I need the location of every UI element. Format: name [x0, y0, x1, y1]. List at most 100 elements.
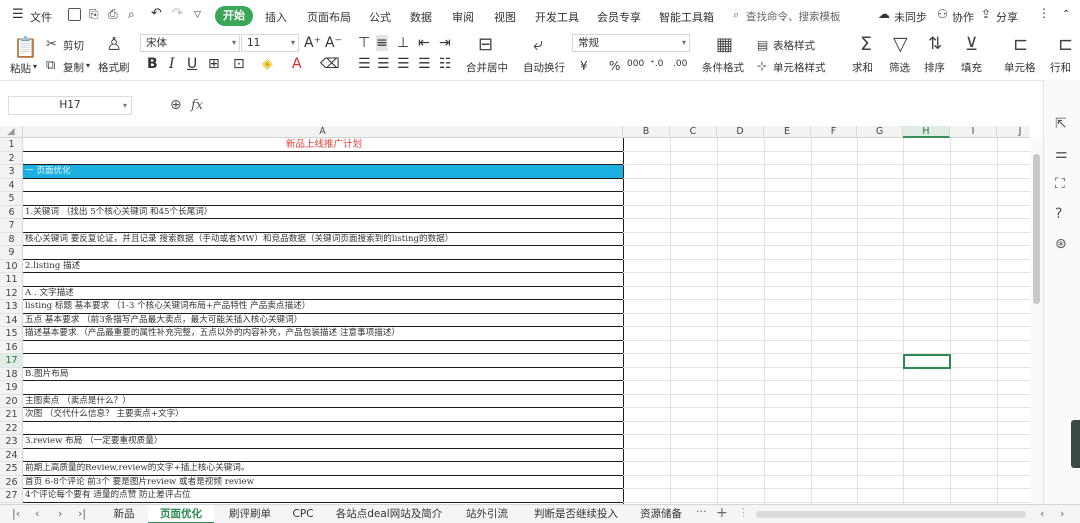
row-header-20[interactable]: 20	[0, 395, 23, 408]
font-color-icon[interactable]: A	[292, 56, 302, 72]
increase-decimal-icon[interactable]: ⁺.0	[650, 59, 663, 69]
cell-a21[interactable]: 次图 （交代什么信息？ 主要卖点+文字）	[23, 408, 623, 422]
cell-effect-icon[interactable]: ⊡	[233, 56, 245, 72]
row-header-3[interactable]: 3	[0, 165, 23, 179]
cell-a16[interactable]	[23, 341, 623, 354]
save-icon[interactable]	[68, 8, 81, 21]
add-sheet-icon[interactable]: +	[716, 505, 728, 521]
indent-increase-icon[interactable]: ⇥	[439, 35, 451, 51]
table-style-button[interactable]: 表格样式	[773, 38, 815, 53]
cell-a27[interactable]: 4个评论每个要有 适量的点赞 防止差评占位	[23, 489, 623, 503]
cell-a9[interactable]	[23, 246, 623, 260]
crop-icon[interactable]: ⛶	[1055, 176, 1065, 192]
row-header-18[interactable]: 18	[0, 368, 23, 381]
next-sheet-icon[interactable]: ›	[58, 507, 62, 520]
tab-formulas[interactable]: 公式	[369, 9, 391, 25]
hamburger-menu-icon[interactable]: ☰	[12, 7, 24, 22]
row-header-17[interactable]: 17	[0, 354, 23, 368]
cell-a17[interactable]	[23, 354, 623, 368]
row-header-5[interactable]: 5	[0, 192, 23, 206]
horizontal-scrollbar[interactable]	[756, 511, 1026, 518]
row-header-13[interactable]: 13	[0, 300, 23, 314]
side-collapse-handle[interactable]	[1071, 420, 1080, 468]
file-menu[interactable]: 文件	[30, 9, 52, 25]
row-header-24[interactable]: 24	[0, 449, 23, 462]
cell-a19[interactable]	[23, 381, 623, 395]
italic-icon[interactable]: I	[169, 56, 175, 72]
col-header-b[interactable]: B	[623, 126, 670, 138]
cut-button[interactable]: 剪切	[63, 38, 84, 53]
row-header-25[interactable]: 25	[0, 462, 23, 476]
row-header-27[interactable]: 27	[0, 489, 23, 503]
row-header-2[interactable]: 2	[0, 152, 23, 165]
cell-a13[interactable]: listing 标题 基本要求 （1-3 个核心关键词布局+产品特性 产品卖点描…	[23, 300, 623, 314]
share-button[interactable]: 分享	[996, 9, 1018, 25]
fill-color-icon[interactable]: ◈	[262, 56, 273, 72]
rows-cols-button[interactable]: 行和	[1050, 60, 1071, 75]
row-header-15[interactable]: 15	[0, 327, 23, 341]
cell-a22[interactable]	[23, 422, 623, 435]
prev-sheet-icon[interactable]: ‹	[35, 507, 39, 520]
selected-cell-h17[interactable]	[903, 354, 951, 369]
tab-start[interactable]: 开始	[215, 6, 253, 26]
sum-button[interactable]: 求和	[852, 60, 873, 75]
sheet-tab-cpc[interactable]: CPC	[285, 505, 321, 523]
clear-format-icon[interactable]: ⌫	[320, 56, 340, 72]
decrease-decimal-icon[interactable]: .00	[673, 59, 687, 69]
cursor-select-icon[interactable]: ⇱	[1055, 116, 1067, 132]
merge-center-button[interactable]: 合并居中	[466, 60, 508, 75]
properties-icon[interactable]: ⚌	[1055, 146, 1068, 162]
select-all-corner[interactable]: ◢	[0, 126, 23, 138]
cell-a15[interactable]: 描述基本要求 （产品最重要的属性补充完整，五点以外的内容补充，产品包装描述 注意…	[23, 327, 623, 341]
cell-a24[interactable]	[23, 449, 623, 462]
tab-insert[interactable]: 插入	[265, 9, 287, 25]
tab-smart-toolbox[interactable]: 智能工具箱	[659, 9, 714, 25]
col-header-e[interactable]: E	[764, 126, 811, 138]
zoom-icon[interactable]: ⊕	[170, 97, 182, 113]
font-name-select[interactable]: 宋体 ▾	[140, 34, 240, 52]
scroll-right-icon[interactable]: ›	[1060, 507, 1064, 520]
increase-font-icon[interactable]: A⁺	[304, 35, 321, 51]
row-header-11[interactable]: 11	[0, 273, 23, 287]
decrease-font-icon[interactable]: A⁻	[325, 35, 342, 51]
cell-a23[interactable]: 3.review 布局 （一定要重视质量）	[23, 435, 623, 449]
row-header-21[interactable]: 21	[0, 408, 23, 422]
sync-status[interactable]: 未同步	[894, 9, 927, 25]
cell-a11[interactable]	[23, 273, 623, 287]
tab-developer[interactable]: 开发工具	[535, 9, 579, 25]
cell-a10[interactable]: 2.listing 描述	[23, 260, 623, 273]
border-icon[interactable]: ⊞	[208, 56, 220, 72]
sheet-tab-external-traffic[interactable]: 站外引流	[456, 505, 518, 523]
col-header-h[interactable]: H	[903, 126, 950, 138]
scrollbar-thumb[interactable]	[1033, 154, 1040, 304]
cell-a20[interactable]: 主图卖点 （卖点是什么？）	[23, 395, 623, 408]
tab-view[interactable]: 视图	[494, 9, 516, 25]
scroll-left-icon[interactable]: ‹	[1040, 507, 1044, 520]
align-right-icon[interactable]: ☰	[397, 56, 410, 72]
cell-a1[interactable]: 新品上线推广计划	[23, 138, 623, 152]
copy-dropdown-icon[interactable]: ▾	[86, 61, 90, 70]
row-header-6[interactable]: 6	[0, 206, 23, 219]
row-header-22[interactable]: 22	[0, 422, 23, 435]
cells-button[interactable]: 单元格	[1004, 60, 1036, 75]
last-sheet-icon[interactable]: ›|	[78, 507, 86, 520]
conditional-format-button[interactable]: 条件格式	[702, 60, 744, 75]
col-header-j[interactable]: J	[997, 126, 1030, 138]
paste-button[interactable]: 粘贴	[10, 61, 31, 76]
tab-page-layout[interactable]: 页面布局	[307, 9, 351, 25]
function-icon[interactable]: fx	[191, 98, 203, 113]
align-middle-icon[interactable]: ≡	[376, 35, 388, 51]
underline-icon[interactable]: U	[187, 56, 197, 72]
print-icon[interactable]: ⎙	[108, 7, 118, 22]
paste-dropdown-icon[interactable]: ▾	[33, 62, 37, 71]
row-header-1[interactable]: 1	[0, 138, 23, 152]
col-header-f[interactable]: F	[811, 126, 857, 138]
row-header-8[interactable]: 8	[0, 233, 23, 246]
row-header-7[interactable]: 7	[0, 219, 23, 233]
undo-icon[interactable]: ↶	[151, 6, 162, 21]
col-header-a[interactable]: A	[23, 126, 623, 138]
align-top-icon[interactable]: ⊤	[358, 35, 370, 51]
sheet-tab-reviews[interactable]: 刷评刷单	[220, 505, 280, 523]
align-center-icon[interactable]: ☰	[377, 56, 390, 72]
sheet-tab-new-product[interactable]: 新品	[104, 505, 144, 523]
